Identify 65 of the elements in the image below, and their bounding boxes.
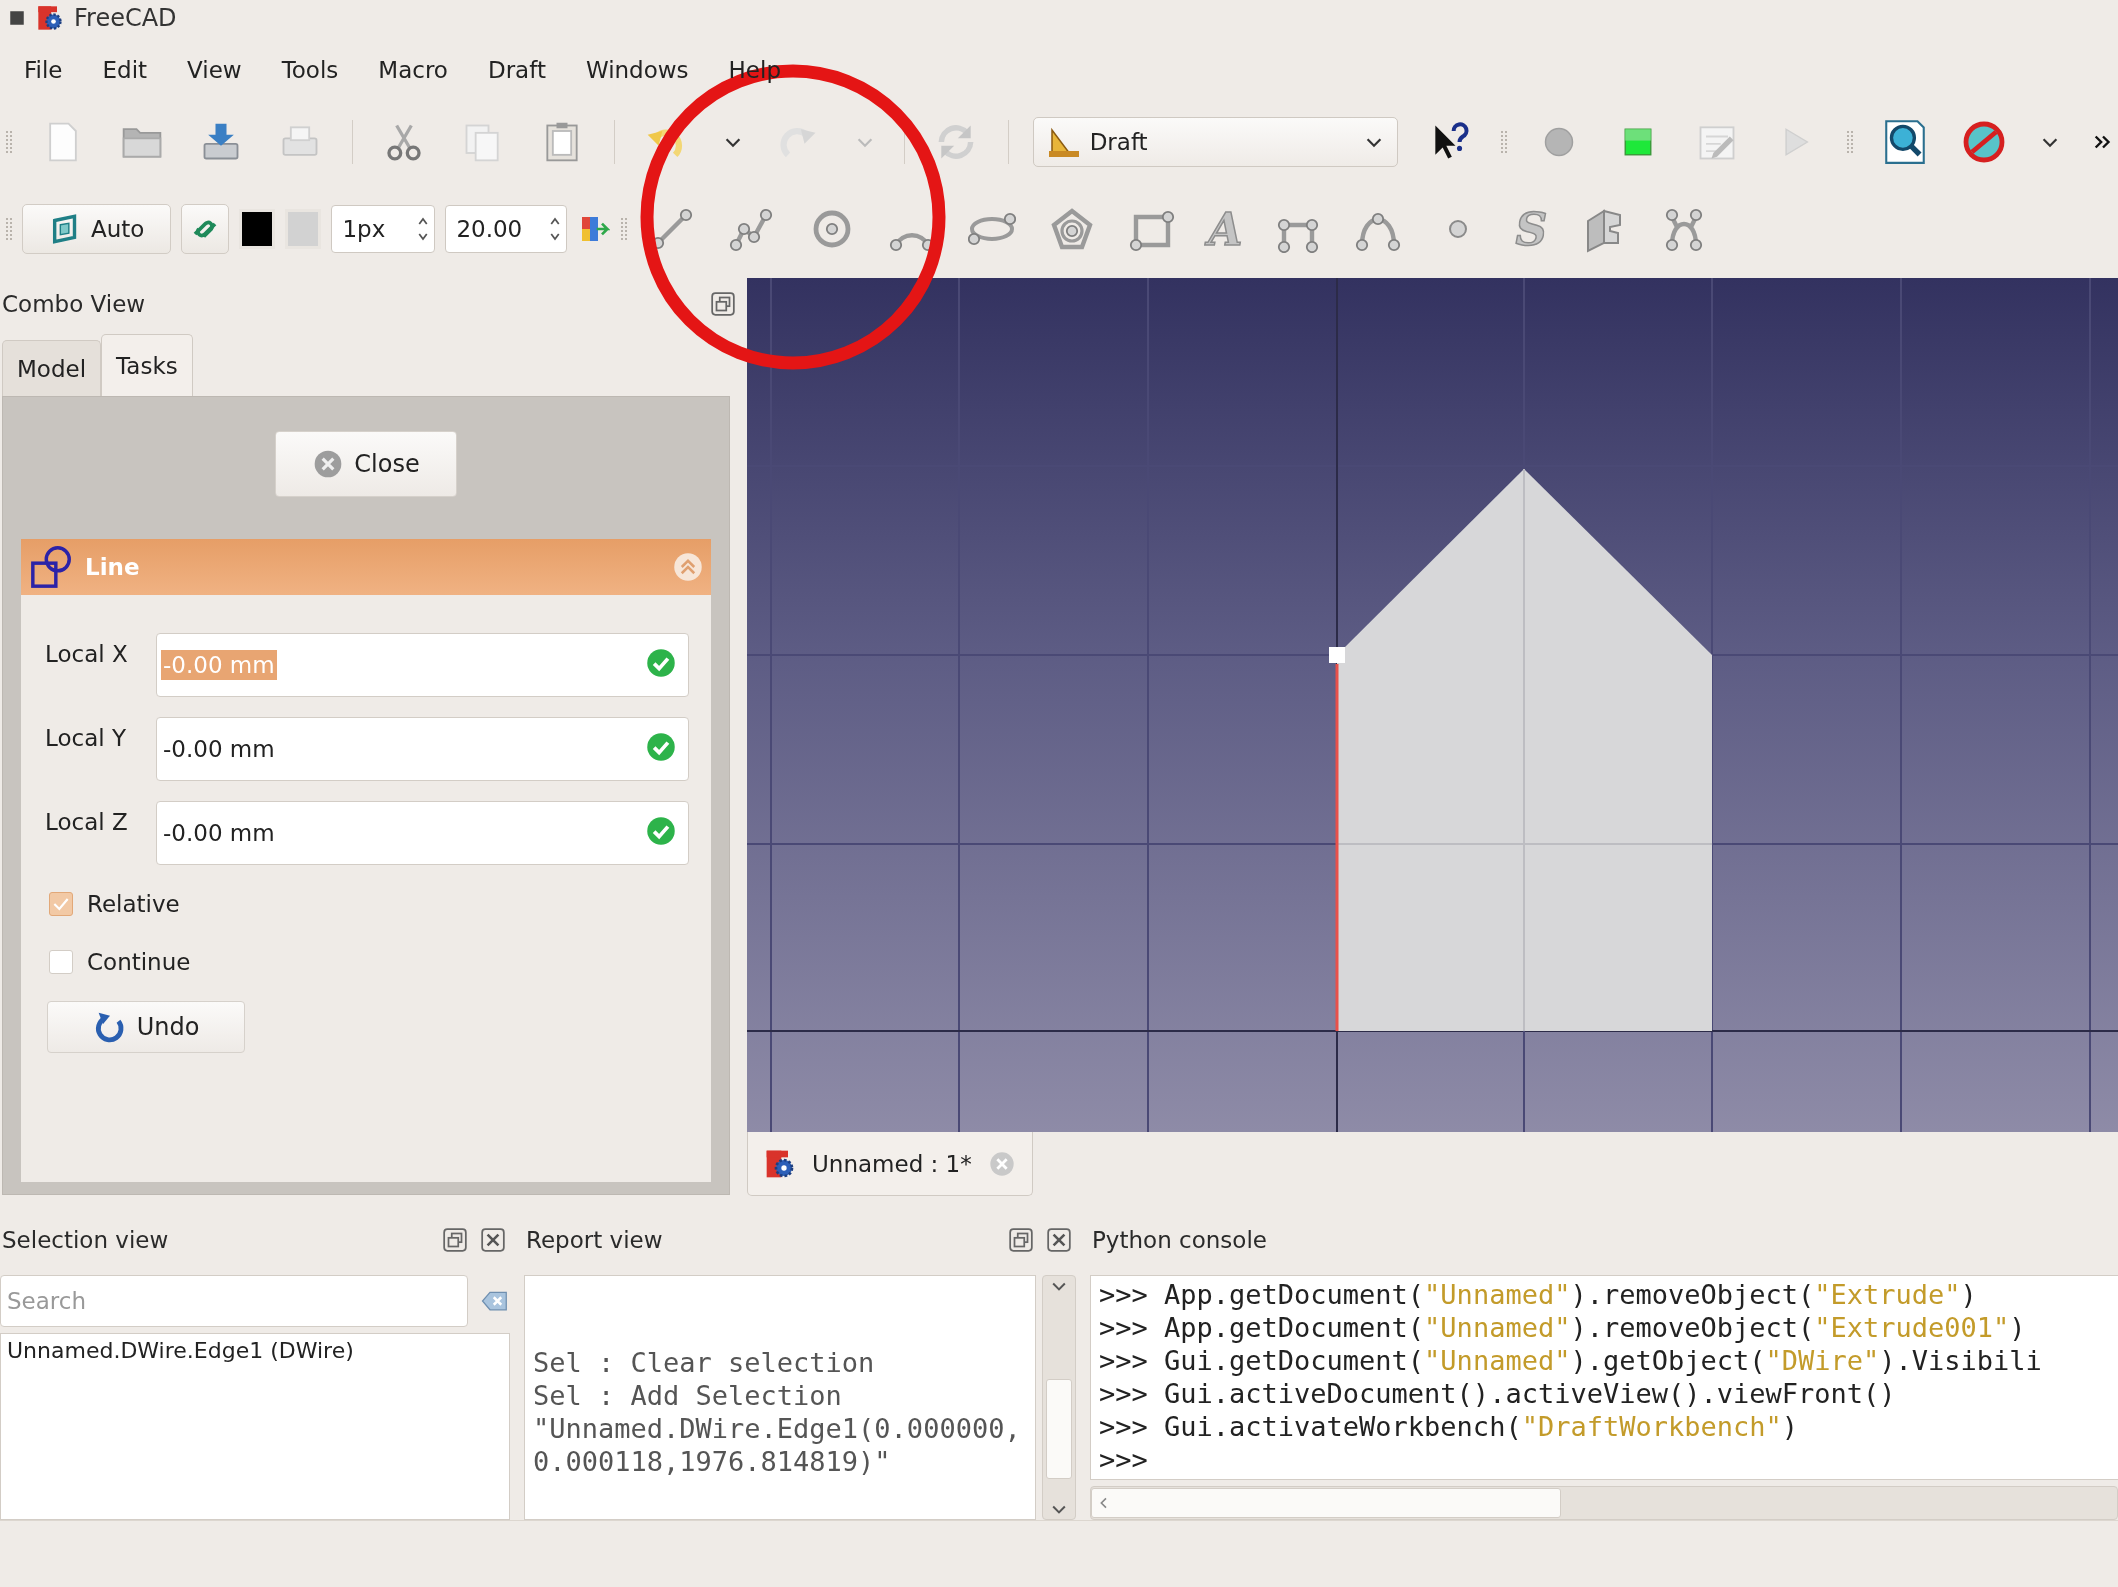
line-width-spinbox[interactable]: 1px bbox=[331, 205, 436, 253]
field-label: Local X bbox=[45, 640, 129, 667]
toolbar-grip[interactable] bbox=[1501, 131, 1508, 153]
float-panel-icon[interactable] bbox=[1008, 1227, 1034, 1253]
font-size-spinbox[interactable]: 20.00 bbox=[445, 205, 568, 253]
menu-item[interactable]: View bbox=[187, 53, 242, 87]
menu-item[interactable]: Draft bbox=[487, 53, 546, 87]
link-button[interactable] bbox=[181, 204, 230, 254]
field-label: Local Z bbox=[45, 808, 129, 835]
list-item[interactable]: Unnamed.DWire.Edge1 (DWire) bbox=[7, 1338, 503, 1363]
valid-check-icon bbox=[646, 731, 676, 762]
report-line: Sel : Clear selection bbox=[533, 1346, 876, 1379]
panel-title: Python console bbox=[1092, 1227, 1268, 1253]
face-color-swatch[interactable] bbox=[285, 209, 322, 249]
close-icon[interactable] bbox=[480, 1227, 506, 1253]
checkbox-option[interactable]: Continue bbox=[45, 943, 689, 981]
checkbox-option[interactable]: Relative bbox=[45, 885, 689, 923]
workbench-select[interactable]: Draft bbox=[1032, 117, 1399, 167]
scrollbar[interactable] bbox=[1042, 1275, 1076, 1520]
console-line: >>> bbox=[1099, 1443, 1149, 1476]
console-line: >>> App.getDocument("Unnamed").removeObject("Extrude001") bbox=[1099, 1311, 2027, 1344]
panel-title: Report view bbox=[526, 1227, 664, 1253]
tab[interactable]: Model bbox=[2, 340, 102, 396]
document-tab[interactable]: Unnamed : 1* bbox=[747, 1132, 1033, 1196]
vertex-marker[interactable] bbox=[1329, 647, 1345, 663]
line-color-swatch[interactable] bbox=[239, 209, 276, 249]
menu-item[interactable]: Macro bbox=[378, 53, 448, 87]
construction-mode-button[interactable]: Auto bbox=[22, 204, 172, 254]
float-panel-icon[interactable] bbox=[442, 1227, 468, 1253]
input-field[interactable]: -0.00 mm bbox=[156, 801, 689, 865]
menu-item[interactable]: File bbox=[24, 53, 63, 87]
menu-item[interactable]: Windows bbox=[585, 53, 689, 87]
section-title: Line bbox=[85, 554, 141, 580]
3d-viewport[interactable] bbox=[747, 278, 2118, 1132]
python-console[interactable] bbox=[1090, 1275, 2118, 1480]
search-field[interactable]: Search bbox=[0, 1275, 468, 1327]
console-line: >>> App.getDocument("Unnamed").removeObject("Extrude") bbox=[1099, 1278, 1978, 1311]
report-line: Sel : Add Selection bbox=[533, 1379, 843, 1412]
toolbar-grip[interactable] bbox=[621, 218, 628, 240]
console-line: >>> Gui.activateWorkbench("DraftWorkbench") bbox=[1099, 1410, 1799, 1443]
toolbar-grip[interactable] bbox=[1847, 131, 1854, 153]
input-field[interactable]: -0.00 mm bbox=[156, 717, 689, 781]
panel-title: Combo View bbox=[2, 291, 147, 317]
tab[interactable]: Tasks bbox=[101, 334, 193, 396]
close-button[interactable]: Close bbox=[275, 431, 457, 497]
app-logo-icon bbox=[36, 4, 64, 32]
field-label: Local Y bbox=[45, 724, 127, 751]
house-shape[interactable] bbox=[1337, 469, 1712, 1031]
menu-item[interactable]: Tools bbox=[281, 53, 339, 87]
scrollbar[interactable] bbox=[1090, 1486, 2118, 1520]
toolbar-grip[interactable] bbox=[6, 218, 12, 240]
console-line: >>> Gui.getDocument("Unnamed").getObject("DWire").Visibili bbox=[1099, 1344, 2043, 1377]
toolbar-grip[interactable] bbox=[6, 131, 12, 153]
close-icon[interactable] bbox=[1046, 1227, 1072, 1253]
window-menu-icon[interactable] bbox=[8, 9, 26, 27]
menu-item[interactable]: Edit bbox=[102, 53, 148, 87]
window-title: FreeCAD bbox=[74, 4, 177, 32]
report-line: "Unnamed.DWire.Edge1(0.000000,0.000118,1976.814819)" bbox=[533, 1412, 1022, 1478]
float-panel-icon[interactable] bbox=[710, 291, 736, 317]
collapse-icon[interactable] bbox=[673, 552, 703, 582]
console-line: >>> Gui.activeDocument().activeView().viewFront() bbox=[1099, 1377, 1897, 1410]
undo-button[interactable]: Undo bbox=[47, 1001, 245, 1053]
valid-check-icon bbox=[646, 815, 676, 846]
valid-check-icon bbox=[646, 647, 676, 678]
panel-title: Selection view bbox=[2, 1227, 170, 1253]
